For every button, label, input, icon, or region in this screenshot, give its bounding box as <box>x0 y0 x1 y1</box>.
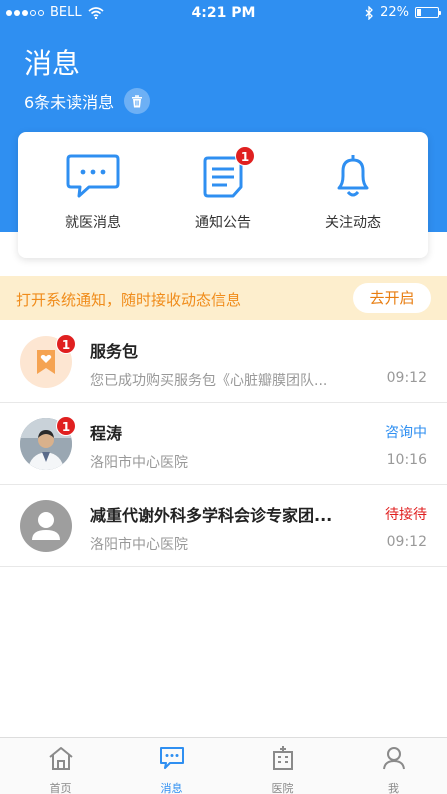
page-title: 消息 <box>24 47 81 80</box>
message-preview: 洛阳市中心医院 <box>90 455 188 471</box>
message-row[interactable]: 1 服务包 您已成功购买服务包《心脏瓣膜团队... 09:12 <box>0 322 447 403</box>
tab-label: 医院 <box>271 782 294 794</box>
quick-action-medical-messages[interactable]: 就医消息 <box>33 152 153 232</box>
bottom-tab-bar: 首页 消息 医院 我 <box>0 737 447 794</box>
clear-unread-button[interactable] <box>124 88 151 114</box>
notification-banner: 打开系统通知，随时接收动态信息 去开启 <box>0 276 447 320</box>
tab-home[interactable]: 首页 <box>5 744 116 794</box>
battery-percent: 22% <box>380 5 409 20</box>
message-title: 服务包 <box>90 342 139 361</box>
unread-badge: 1 <box>56 416 76 436</box>
battery-icon <box>415 7 441 18</box>
status-bar: BELL 4:21 PM 22% <box>0 0 447 26</box>
default-user-icon <box>32 512 60 540</box>
hospital-icon <box>272 746 293 770</box>
message-icon <box>159 747 184 769</box>
unread-count: 6条未读消息 <box>24 88 151 114</box>
notification-banner-text: 打开系统通知，随时接收动态信息 <box>16 291 242 309</box>
message-row[interactable]: 减重代谢外科多学科会诊专家团... 待接待 洛阳市中心医院 09:12 <box>0 486 447 567</box>
quick-action-followed-updates[interactable]: 关注动态 <box>293 152 413 232</box>
team-avatar <box>20 500 72 552</box>
quick-actions-card: 就医消息 1 通知公告 关注动态 <box>18 132 428 258</box>
tab-hospital[interactable]: 医院 <box>227 744 338 794</box>
profile-icon <box>382 747 405 770</box>
message-row[interactable]: 1 程涛 咨询中 洛阳市中心医院 10:16 <box>0 404 447 485</box>
message-preview: 洛阳市中心医院 <box>90 537 188 553</box>
announcement-badge: 1 <box>235 146 255 166</box>
tab-label: 消息 <box>160 782 183 794</box>
tab-label: 我 <box>388 782 399 794</box>
unread-label: 6条未读消息 <box>24 93 115 112</box>
enable-notifications-button[interactable]: 去开启 <box>353 283 431 313</box>
message-title: 减重代谢外科多学科会诊专家团... <box>90 506 333 525</box>
quick-action-label: 关注动态 <box>325 215 381 231</box>
tab-label: 首页 <box>49 782 72 794</box>
tab-messages[interactable]: 消息 <box>116 744 227 794</box>
trash-icon <box>132 94 143 107</box>
quick-action-label: 就医消息 <box>65 215 121 231</box>
quick-action-label: 通知公告 <box>195 215 251 231</box>
message-time: 10:16 <box>386 452 427 468</box>
unread-badge: 1 <box>56 334 76 354</box>
message-title: 程涛 <box>90 424 123 443</box>
bluetooth-icon <box>365 5 374 20</box>
home-icon <box>48 747 73 770</box>
chat-bubble-icon <box>66 154 120 198</box>
message-status: 待接待 <box>385 507 427 523</box>
message-time: 09:12 <box>386 370 427 386</box>
quick-action-announcements[interactable]: 1 通知公告 <box>163 146 283 232</box>
message-preview: 您已成功购买服务包《心脏瓣膜团队... <box>90 373 328 389</box>
bell-icon <box>337 154 369 197</box>
message-time: 09:12 <box>386 534 427 550</box>
message-status: 咨询中 <box>385 425 427 441</box>
tab-profile[interactable]: 我 <box>338 744 447 794</box>
